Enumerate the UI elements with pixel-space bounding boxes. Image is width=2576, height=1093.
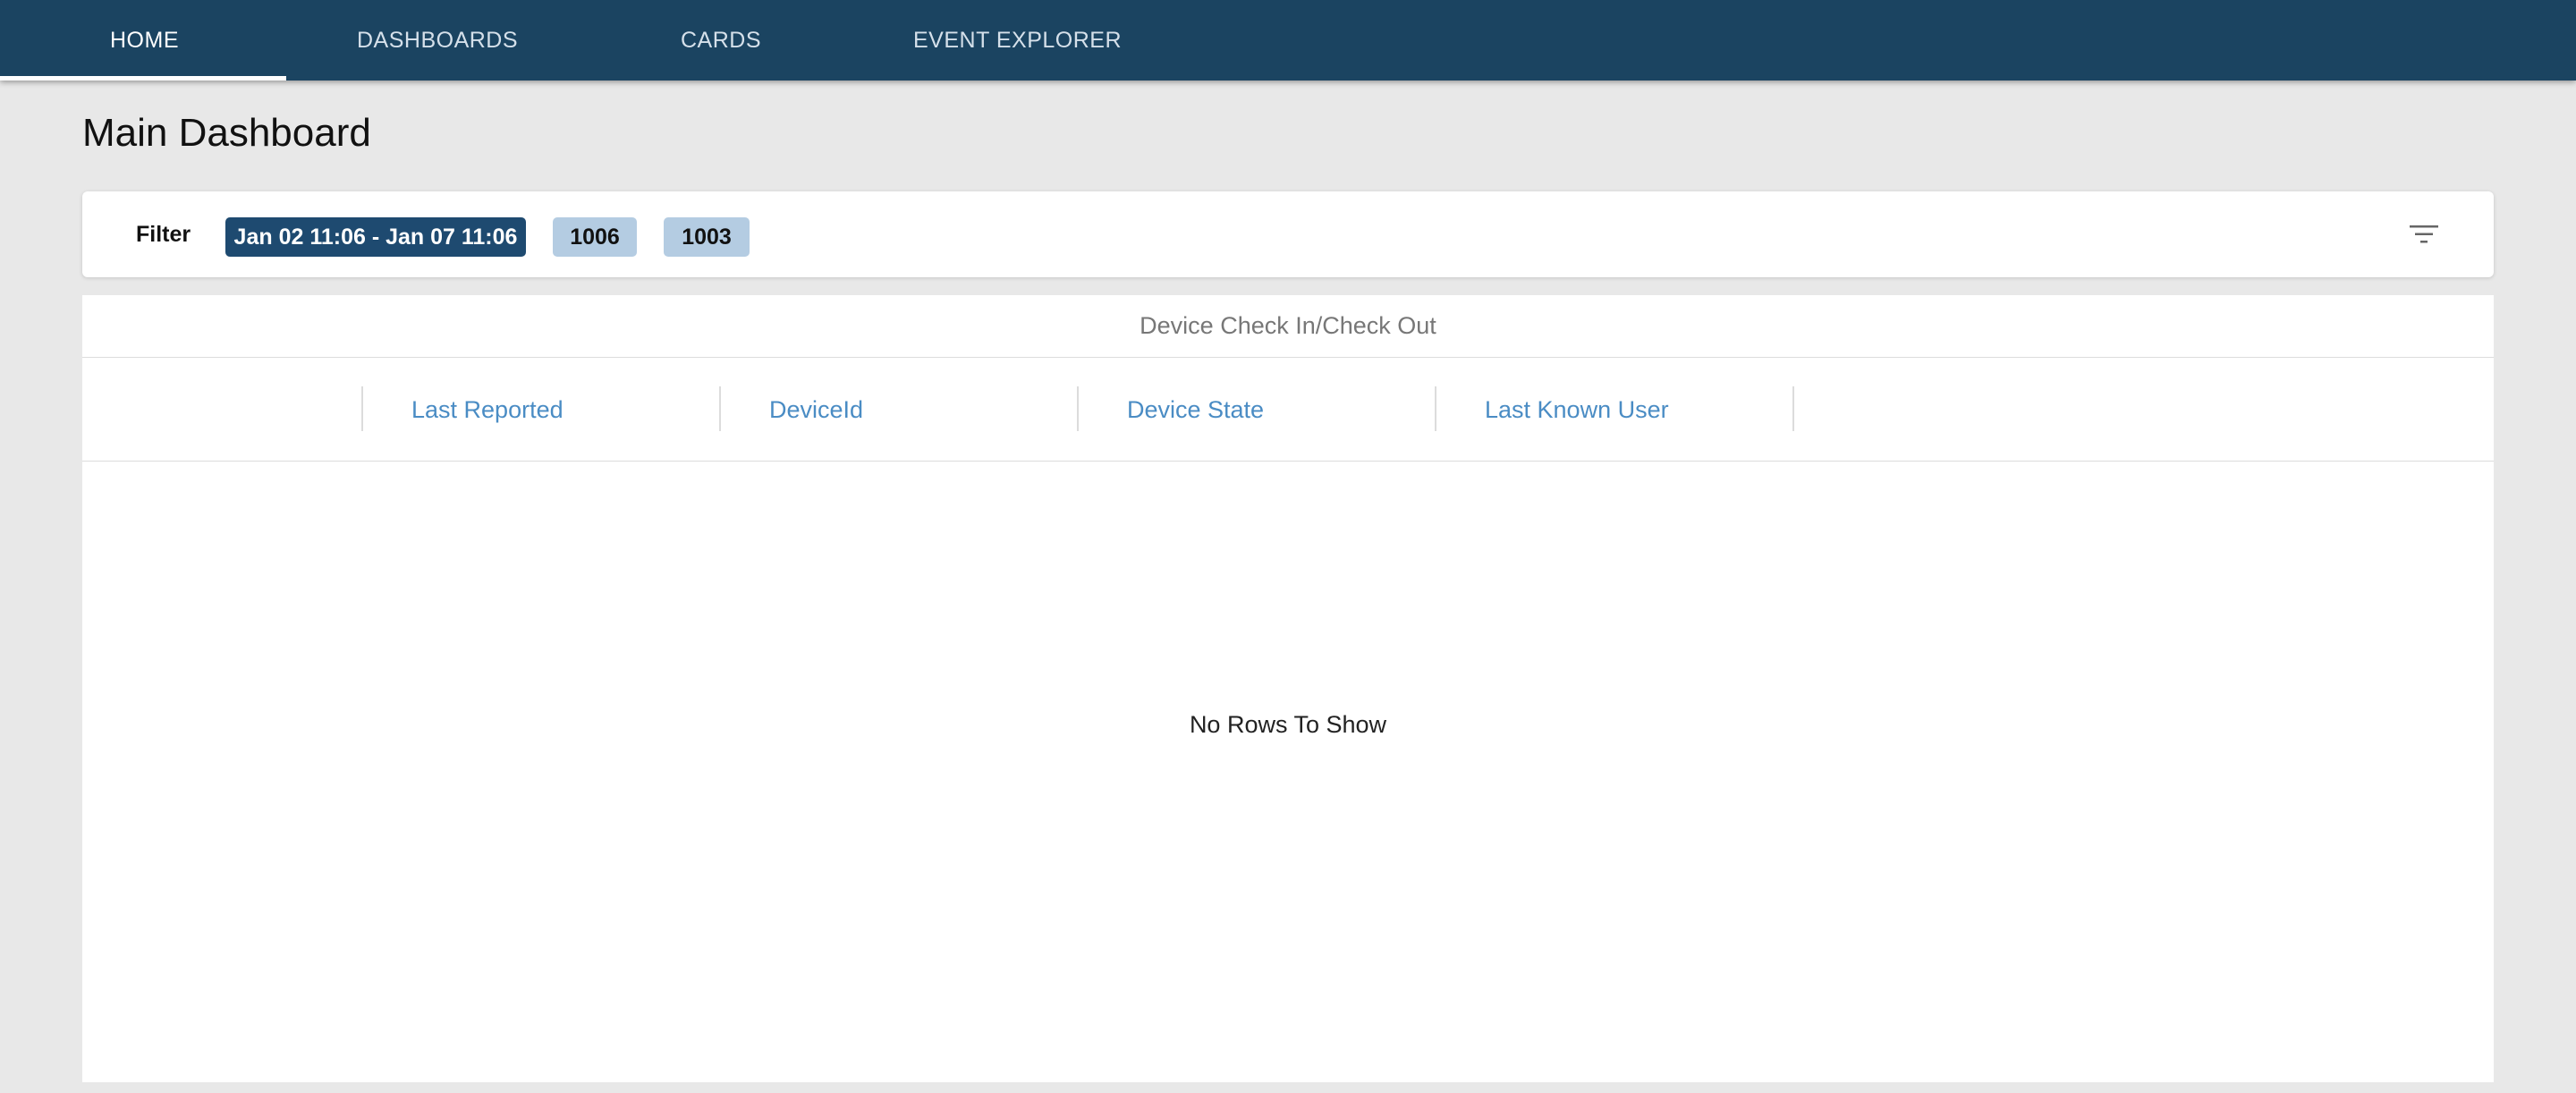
active-tab-indicator	[0, 76, 286, 80]
column-header-device-id[interactable]: DeviceId	[769, 358, 863, 462]
grid-title: Device Check In/Check Out	[82, 295, 2494, 358]
date-range-chip[interactable]: Jan 02 11:06 - Jan 07 11:06	[225, 217, 526, 257]
device-checkin-grid: Device Check In/Check Out Last Reported …	[82, 295, 2494, 1082]
column-separator[interactable]	[1792, 386, 1794, 431]
column-header-device-state[interactable]: Device State	[1127, 358, 1264, 462]
column-separator[interactable]	[719, 386, 721, 431]
column-header-last-reported[interactable]: Last Reported	[411, 358, 564, 462]
filter-bar: Filter Jan 02 11:06 - Jan 07 11:06 1006 …	[82, 191, 2494, 277]
tab-dashboards[interactable]: DASHBOARDS	[357, 0, 518, 80]
device-filter-chip[interactable]: 1003	[664, 217, 750, 257]
device-filter-chip[interactable]: 1006	[553, 217, 637, 257]
empty-grid-message: No Rows To Show	[1189, 710, 1387, 738]
tab-event-explorer[interactable]: EVENT EXPLORER	[913, 0, 1122, 80]
column-separator[interactable]	[361, 386, 363, 431]
filter-label: Filter	[136, 221, 191, 247]
filter-icon[interactable]	[2408, 218, 2440, 250]
column-header-last-known-user[interactable]: Last Known User	[1485, 358, 1669, 462]
grid-header: Last Reported DeviceId Device State Last…	[82, 358, 2494, 462]
page-title: Main Dashboard	[82, 111, 371, 155]
tab-cards[interactable]: CARDS	[681, 0, 761, 80]
column-separator[interactable]	[1077, 386, 1079, 431]
tab-home[interactable]: HOME	[110, 0, 179, 80]
top-navigation-bar: HOME DASHBOARDS CARDS EVENT EXPLORER	[0, 0, 2576, 80]
column-separator[interactable]	[1435, 386, 1436, 431]
